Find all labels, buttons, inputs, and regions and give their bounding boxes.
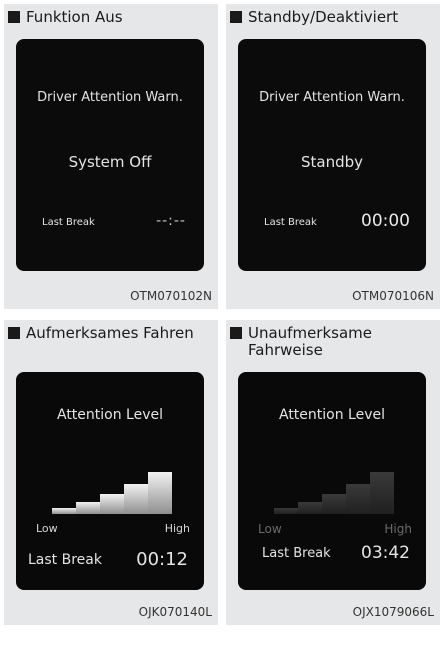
figure-code: OTM070106N xyxy=(352,289,434,303)
last-break-time: --:-- xyxy=(156,213,186,229)
panel-inattentive-driving: Unaufmerksame Fahrweise Attention Level … xyxy=(226,320,440,625)
last-break-time: 03:42 xyxy=(361,543,410,563)
caption-text: Aufmerksames Fahren xyxy=(26,324,194,342)
last-break-label: Last Break xyxy=(262,546,331,561)
panel-attentive-driving: Aufmerksames Fahren Attention Level Low … xyxy=(4,320,218,625)
last-break-time: 00:00 xyxy=(361,211,410,231)
low-label: Low xyxy=(258,522,282,536)
attention-bar xyxy=(346,484,370,514)
last-break-time: 00:12 xyxy=(136,549,188,570)
attention-bar xyxy=(124,484,148,514)
panel-caption: Aufmerksames Fahren xyxy=(8,325,214,342)
caption-text: Standby/Deaktiviert xyxy=(248,8,399,26)
cluster-screen: Driver Attention Warn. System Off Last B… xyxy=(16,39,204,271)
panel-function-off: Funktion Aus Driver Attention Warn. Syst… xyxy=(4,4,218,309)
attention-bar xyxy=(148,472,172,514)
last-break-label: Last Break xyxy=(264,217,317,228)
figure-code: OJK070140L xyxy=(138,605,212,619)
caption-text: Unaufmerksame Fahrweise xyxy=(248,324,373,359)
system-status: Standby xyxy=(300,153,364,171)
screen-title: Driver Attention Warn. xyxy=(37,90,183,105)
figure-code: OTM070102N xyxy=(130,289,212,303)
cluster-screen: Driver Attention Warn. Standby Last Brea… xyxy=(238,39,426,271)
attention-bar xyxy=(370,472,394,514)
attention-bar xyxy=(52,508,76,514)
last-break-label: Last Break xyxy=(42,217,95,228)
attention-bar xyxy=(298,502,322,514)
caption-text: Funktion Aus xyxy=(26,8,123,26)
high-label: High xyxy=(164,522,190,535)
panel-caption: Standby/Deaktiviert xyxy=(230,9,436,26)
panel-standby: Standby/Deaktiviert Driver Attention War… xyxy=(226,4,440,309)
square-bullet-icon xyxy=(230,327,242,339)
cluster-screen: Attention Level Low High Last Break 00:1… xyxy=(16,372,204,590)
square-bullet-icon xyxy=(8,327,20,339)
attention-bar xyxy=(322,494,346,514)
cluster-screen: Attention Level Low High Last Break 03:4… xyxy=(238,372,426,590)
panel-caption: Funktion Aus xyxy=(8,9,214,26)
square-bullet-icon xyxy=(230,11,242,23)
last-break-row: Last Break 00:00 xyxy=(238,211,426,235)
attention-bar xyxy=(274,508,298,514)
last-break-row: Last Break --:-- xyxy=(16,211,204,235)
square-bullet-icon xyxy=(8,11,20,23)
system-status: System Off xyxy=(68,153,152,171)
attention-bar xyxy=(100,494,124,514)
screen-title: Driver Attention Warn. xyxy=(259,90,405,105)
figure-code: OJX1079066L xyxy=(352,605,434,619)
attention-bar xyxy=(76,502,100,514)
low-label: Low xyxy=(36,522,58,535)
high-label: High xyxy=(384,522,412,536)
last-break-label: Last Break xyxy=(28,552,102,568)
panel-caption: Unaufmerksame Fahrweise xyxy=(230,325,436,359)
